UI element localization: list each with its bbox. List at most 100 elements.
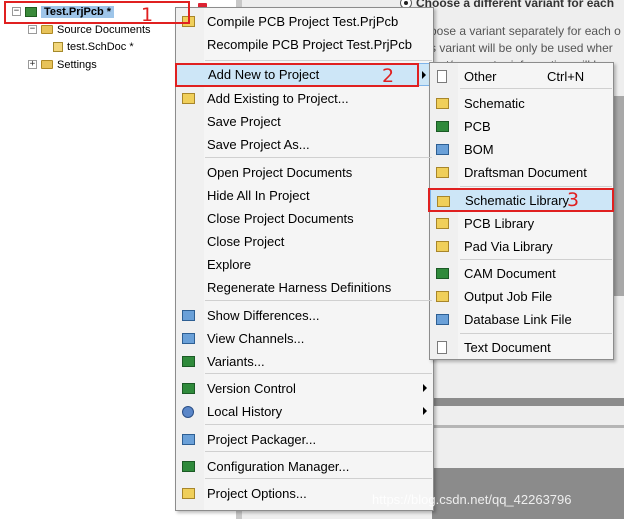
menu-separator [205, 300, 432, 301]
menu-item-configuration-manager[interactable]: Configuration Manager... [176, 455, 433, 478]
menu-item-close-project[interactable]: Close Project [176, 230, 433, 253]
submenu-arrow-icon [423, 407, 427, 415]
submenu-separator [460, 259, 612, 260]
menu-item-hide-all-in-project[interactable]: Hide All In Project [176, 184, 433, 207]
menu-item-add-existing-to-project[interactable]: Add Existing to Project... [176, 87, 433, 110]
local-history-icon [181, 405, 195, 418]
annotation-box-1 [4, 1, 190, 24]
text-document-icon [435, 341, 449, 354]
variants-icon [181, 355, 195, 368]
submenu-item-other[interactable]: Other Ctrl+N [430, 65, 613, 88]
bom-icon [435, 143, 449, 156]
menu-item-label: View Channels... [207, 331, 305, 346]
variant-help-text-1: oose a variant separately for each o [430, 24, 621, 38]
menu-item-label: Explore [207, 257, 252, 272]
submenu-arrow-icon [423, 384, 427, 392]
menu-item-explore[interactable]: Explore [176, 253, 433, 276]
shortcut-label: Ctrl+N [547, 69, 585, 84]
config-manager-icon [181, 460, 195, 473]
submenu-item-schematic[interactable]: Schematic [430, 92, 613, 115]
other-doc-icon [435, 70, 449, 83]
menu-separator [205, 157, 432, 158]
submenu-item-output-job-file[interactable]: Output Job File [430, 285, 613, 308]
folder-icon [41, 60, 53, 69]
watermark-text: https://blog.csdn.net/qq_42263796 [372, 492, 572, 507]
settings-label: Settings [57, 58, 97, 71]
menu-item-version-control[interactable]: Version Control [176, 377, 433, 400]
submenu-item-database-link-file[interactable]: Database Link File [430, 308, 613, 331]
version-control-icon [181, 382, 195, 395]
menu-item-label: Hide All In Project [207, 188, 310, 203]
menu-item-save-project[interactable]: Save Project [176, 110, 433, 133]
menu-separator [205, 60, 432, 61]
annotation-box-3 [428, 188, 614, 212]
project-options-icon [181, 487, 195, 500]
annotation-number-1: 1 [141, 4, 154, 26]
menu-item-label: Local History [207, 404, 283, 419]
database-link-icon [435, 313, 449, 326]
menu-item-label: Compile PCB Project Test.PrjPcb [207, 14, 399, 29]
expand-toggle-icon[interactable]: + [28, 60, 37, 69]
menu-separator [205, 424, 432, 425]
menu-item-project-packager[interactable]: Project Packager... [176, 428, 433, 451]
tree-item-schdoc[interactable]: test.SchDoc * [53, 38, 134, 55]
submenu-item-cam-document[interactable]: CAM Document [430, 262, 613, 285]
menu-item-show-differences[interactable]: Show Differences... [176, 304, 433, 327]
menu-item-close-project-documents[interactable]: Close Project Documents [176, 207, 433, 230]
add-existing-icon [181, 92, 195, 105]
menu-item-local-history[interactable]: Local History [176, 400, 433, 423]
submenu-item-label: Pad Via Library [464, 239, 553, 254]
differences-icon [181, 309, 195, 322]
variant-option-label: Choose a different variant for each [416, 0, 615, 10]
menu-item-label: Project Packager... [207, 432, 317, 447]
submenu-item-pcb[interactable]: PCB [430, 115, 613, 138]
menu-item-label: Recompile PCB Project Test.PrjPcb [207, 37, 412, 52]
menu-item-label: Add Existing to Project... [207, 91, 349, 106]
submenu-arrow-icon [422, 71, 426, 79]
submenu-item-label: Database Link File [464, 312, 572, 327]
submenu-item-label: Draftsman Document [464, 165, 587, 180]
menu-item-save-project-as[interactable]: Save Project As... [176, 133, 433, 156]
menu-item-label: Open Project Documents [207, 165, 353, 180]
cam-document-icon [435, 267, 449, 280]
submenu-item-label: Other [464, 69, 497, 84]
output-job-icon [435, 290, 449, 303]
submenu-item-label: PCB [464, 119, 491, 134]
menu-item-label: Variants... [207, 354, 265, 369]
menu-item-compile-pcb-project-test-prjpcb[interactable]: Compile PCB Project Test.PrjPcb [176, 10, 433, 33]
submenu-item-label: BOM [464, 142, 494, 157]
menu-item-variants[interactable]: Variants... [176, 350, 433, 373]
packager-icon [181, 433, 195, 446]
draftsman-icon [435, 166, 449, 179]
submenu-item-draftsman-document[interactable]: Draftsman Document [430, 161, 613, 184]
tree-item-settings[interactable]: + Settings [28, 56, 97, 73]
menu-item-regenerate-harness-definitions[interactable]: Regenerate Harness Definitions [176, 276, 433, 299]
submenu-item-pad-via-library[interactable]: Pad Via Library [430, 235, 613, 258]
submenu-item-text-document[interactable]: Text Document [430, 336, 613, 359]
menu-separator [205, 373, 432, 374]
divider-bar-thin [432, 425, 624, 428]
channels-icon [181, 332, 195, 345]
annotation-number-2: 2 [382, 65, 395, 87]
collapse-toggle-icon[interactable]: − [28, 25, 37, 34]
menu-item-recompile-pcb-project-test-prjpcb[interactable]: Recompile PCB Project Test.PrjPcb [176, 33, 433, 56]
menu-item-label: Project Options... [207, 486, 307, 501]
submenu-item-label: PCB Library [464, 216, 535, 231]
menu-item-label: Show Differences... [207, 308, 320, 323]
variant-help-text-2: s variant will be only be used wher [430, 41, 613, 55]
menu-separator [205, 451, 432, 452]
menu-separator [205, 478, 432, 479]
menu-item-label: Configuration Manager... [207, 459, 350, 474]
menu-item-label: Save Project As... [207, 137, 310, 152]
submenu-item-pcb-library[interactable]: PCB Library [430, 212, 613, 235]
menu-item-open-project-documents[interactable]: Open Project Documents [176, 161, 433, 184]
submenu-item-label: Text Document [464, 340, 551, 355]
annotation-number-3: 3 [567, 189, 580, 211]
menu-item-label: Close Project Documents [207, 211, 354, 226]
menu-item-label: Regenerate Harness Definitions [207, 280, 392, 295]
submenu-item-label: Output Job File [464, 289, 553, 304]
menu-item-label: Save Project [207, 114, 281, 129]
submenu-item-bom[interactable]: BOM [430, 138, 613, 161]
menu-item-label: Version Control [207, 381, 296, 396]
menu-item-view-channels[interactable]: View Channels... [176, 327, 433, 350]
